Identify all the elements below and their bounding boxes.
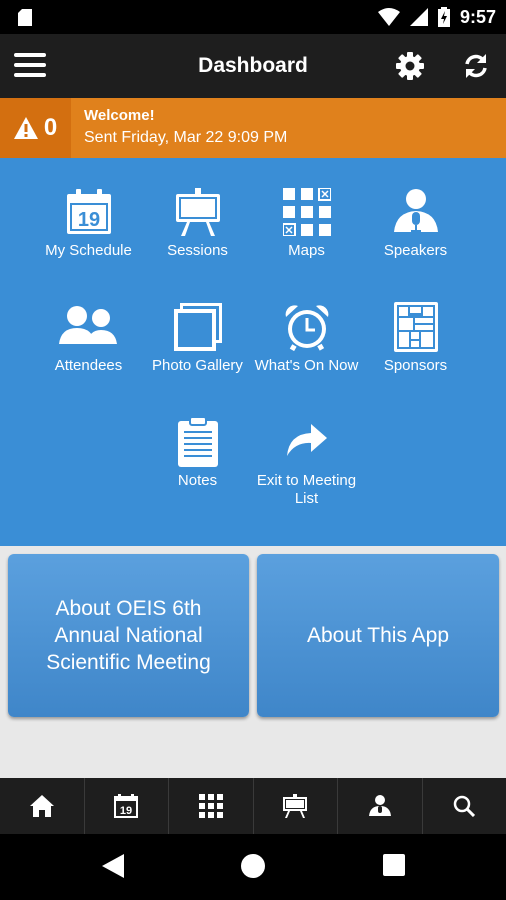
sponsor-board-icon [393,302,438,352]
refresh-icon[interactable] [462,52,490,80]
tile-label: Notes [177,472,218,489]
tab-sessions[interactable] [254,778,338,834]
tab-schedule[interactable]: 19 [85,778,169,834]
home-circle-icon[interactable] [241,854,265,878]
tab-maps[interactable] [169,778,254,834]
tile-exit-to-meeting-list[interactable]: Exit to Meeting List [252,416,361,508]
battery-charging-icon [437,7,450,27]
easel-icon [283,794,308,818]
tile-label: What's On Now [254,357,359,374]
tile-label: My Schedule [45,242,132,259]
recents-icon[interactable] [383,854,405,876]
speaker-icon [393,189,438,232]
tile-label: Speakers [383,242,448,259]
about-app-card[interactable]: About This App [257,554,499,717]
speaker-icon [368,795,391,816]
photo-stack-icon [173,303,222,351]
share-arrow-icon [286,424,327,456]
info-cards: About OEIS 6th Annual National Scientifi… [0,546,506,778]
about-meeting-card[interactable]: About OEIS 6th Annual National Scientifi… [8,554,249,717]
dashboard-grid: 19 My Schedule Sessions Maps Speakers At… [0,158,506,546]
app-bar: Dashboard [0,34,506,98]
alert-subtitle: Sent Friday, Mar 22 9:09 PM [84,129,288,146]
tile-whats-on-now[interactable]: What's On Now [252,301,361,375]
tab-home[interactable] [0,778,85,834]
tile-label: Photo Gallery [152,357,243,374]
tile-sessions[interactable]: Sessions [143,186,252,260]
status-bar: 9:57 [0,0,506,34]
tile-label: Maps [288,242,325,259]
tile-label: Attendees [54,357,123,374]
calendar-icon: 19 [114,794,139,818]
tab-search[interactable] [423,778,506,834]
search-icon [454,795,476,817]
warning-icon [13,117,38,139]
alarm-clock-icon [285,305,328,351]
back-icon[interactable] [102,854,124,878]
wifi-icon [377,8,400,26]
alert-count-box: 0 [0,98,71,158]
tile-speakers[interactable]: Speakers [361,186,470,260]
tile-photo-gallery[interactable]: Photo Gallery [143,301,252,375]
home-icon [29,795,54,817]
people-icon [58,306,117,344]
page-title: Dashboard [198,54,308,77]
map-grid-icon [282,188,331,236]
system-navigation-bar [0,834,506,900]
tile-label: Sessions [167,242,228,259]
gear-icon[interactable] [396,52,424,80]
alert-count: 0 [43,114,58,141]
signal-icon [409,8,428,26]
calendar-day: 19 [120,805,132,817]
tile-my-schedule[interactable]: 19 My Schedule [34,186,143,260]
grid-icon [198,794,223,818]
tile-attendees[interactable]: Attendees [34,301,143,375]
calendar-icon: 19 [66,189,111,234]
tile-label: Exit to Meeting List [256,472,357,507]
tile-notes[interactable]: Notes [143,416,252,490]
alert-title: Welcome! [84,107,155,124]
tab-speakers[interactable] [338,778,423,834]
tile-sponsors[interactable]: Sponsors [361,301,470,375]
status-time: 9:57 [459,6,496,27]
easel-icon [175,188,220,236]
notification-banner[interactable]: 0 Welcome! Sent Friday, Mar 22 9:09 PM [0,98,506,158]
clipboard-icon [177,417,218,467]
tile-maps[interactable]: Maps [252,186,361,260]
about-app-label: About This App [306,624,450,647]
calendar-day: 19 [77,209,99,231]
sd-card-icon [18,9,32,26]
tile-label: Sponsors [383,357,448,374]
bottom-tab-bar: 19 [0,778,506,834]
about-meeting-label: About OEIS 6th Annual National Scientifi… [46,597,211,674]
